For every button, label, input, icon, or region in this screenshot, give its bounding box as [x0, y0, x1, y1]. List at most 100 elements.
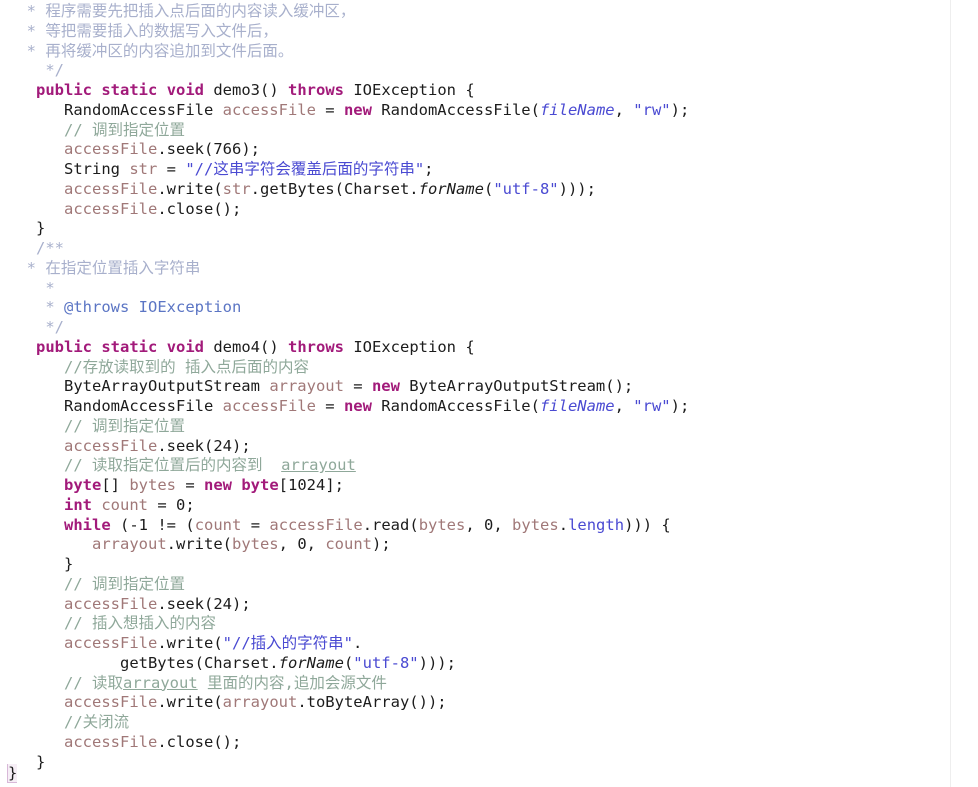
code-line[interactable]: arrayout.write(bytes, 0, count);: [0, 535, 978, 555]
punctuation: (: [110, 515, 130, 534]
line-comment-text: //存放读取到的 插入点后面的内容: [64, 357, 309, 376]
code-line[interactable]: RandomAccessFile accessFile = new Random…: [0, 397, 978, 417]
code-line-method-signature-demo4[interactable]: public static void demo4() throws IOExce…: [0, 338, 978, 358]
doc-comment-text: *: [8, 298, 64, 317]
operator: =: [241, 515, 270, 534]
code-line[interactable]: */: [0, 318, 978, 338]
keyword-while: while: [64, 515, 111, 534]
code-line[interactable]: RandomAccessFile accessFile = new Random…: [0, 101, 978, 121]
string-overwrite-text: "//这串字符会覆盖后面的字符串": [185, 160, 425, 178]
operator: =: [176, 476, 204, 494]
doc-comment-text: * 再将缓冲区的内容追加到文件后面。: [8, 41, 294, 60]
line-comment-text: // 插入想插入的内容: [64, 614, 216, 633]
local-str: str: [222, 179, 251, 198]
punctuation: );: [232, 436, 251, 455]
keyword-new: new: [343, 397, 372, 415]
operator: =: [148, 495, 177, 514]
type-ioexception: IOException {: [344, 81, 475, 99]
code-line[interactable]: * @throws IOException: [0, 298, 978, 318]
method-call-seek: .seek(: [157, 140, 214, 159]
code-editor[interactable]: * 程序需要先把插入点后面的内容读入缓冲区， * 等把需要插入的数据写入文件后，…: [0, 0, 978, 787]
local-accessfile: accessFile: [269, 515, 363, 534]
code-line[interactable]: int count = 0;: [0, 496, 978, 516]
code-line[interactable]: // 调到指定位置: [0, 417, 978, 437]
code-line[interactable]: }: [0, 753, 978, 773]
number-0: 0: [176, 495, 186, 514]
keyword-throws: throws: [288, 337, 345, 356]
code-line[interactable]: // 读取指定位置后的内容到 arrayout: [0, 456, 978, 476]
local-accessfile: accessFile: [64, 179, 158, 198]
code-line[interactable]: *: [0, 279, 978, 299]
local-accessfile: accessFile: [222, 100, 316, 119]
code-line[interactable]: accessFile.write(arrayout.toByteArray())…: [0, 693, 978, 713]
code-line[interactable]: //存放读取到的 插入点后面的内容: [0, 358, 978, 378]
local-bytes: bytes: [418, 515, 466, 534]
keyword-int: int: [64, 495, 92, 514]
code-line[interactable]: accessFile.close();: [0, 200, 978, 220]
code-line[interactable]: accessFile.seek(24);: [0, 595, 978, 615]
code-line[interactable]: accessFile.write(str.getBytes(Charset.fo…: [0, 180, 978, 200]
code-line-class-closing-brace[interactable]: }: [0, 764, 18, 784]
code-line[interactable]: * 再将缓冲区的内容追加到文件后面。: [0, 42, 978, 62]
code-line[interactable]: // 读取arrayout 里面的内容,追加会源文件: [0, 674, 978, 694]
code-line[interactable]: // 调到指定位置: [0, 575, 978, 595]
code-line[interactable]: //关闭流: [0, 713, 978, 733]
code-line[interactable]: // 插入想插入的内容: [0, 614, 978, 634]
local-accessfile: accessFile: [222, 397, 316, 415]
static-method-forname: forName: [278, 653, 344, 672]
code-line[interactable]: accessFile.seek(766);: [0, 140, 978, 160]
code-line[interactable]: accessFile.write("//插入的字符串".: [0, 634, 978, 654]
code-line[interactable]: String str = "//这串字符会覆盖后面的字符串";: [0, 160, 978, 180]
string-rw: "rw": [633, 397, 671, 415]
punctuation: );: [232, 594, 251, 613]
code-line[interactable]: */: [0, 61, 978, 81]
operator: =: [315, 100, 344, 119]
right-margin-guide: [950, 0, 951, 787]
code-line[interactable]: }: [0, 555, 978, 575]
static-field-filename: fileName: [539, 100, 615, 119]
code-line-method-signature-demo3[interactable]: public static void demo3() throws IOExce…: [0, 81, 978, 101]
method-call-read: .read(: [362, 515, 419, 534]
static-method-forname: forName: [418, 179, 484, 198]
code-line[interactable]: accessFile.seek(24);: [0, 437, 978, 457]
code-line[interactable]: // 调到指定位置: [0, 121, 978, 141]
code-line[interactable]: while (-1 != (count = accessFile.read(by…: [0, 516, 978, 536]
closing-brace: }: [8, 219, 46, 238]
code-line[interactable]: accessFile.close();: [0, 733, 978, 753]
local-count: count: [194, 515, 242, 534]
code-line[interactable]: /**: [0, 239, 978, 259]
local-accessfile: accessFile: [64, 199, 158, 218]
code-line[interactable]: }: [0, 219, 978, 239]
code-line[interactable]: ByteArrayOutputStream arrayout = new Byt…: [0, 377, 978, 397]
type-randomaccessfile: RandomAccessFile: [64, 100, 223, 119]
string-utf8: "utf-8": [493, 179, 559, 198]
punctuation: ,: [465, 515, 485, 534]
method-call-write: .write(: [157, 693, 223, 712]
keyword-new: new: [371, 377, 400, 396]
keyword-new: new: [204, 476, 232, 494]
code-line[interactable]: * 程序需要先把插入点后面的内容读入缓冲区，: [0, 2, 978, 22]
line-comment-text: //关闭流: [64, 713, 130, 731]
highlighted-identifier-arrayout: arrayout: [123, 673, 198, 692]
local-bytes: bytes: [129, 476, 176, 494]
code-line[interactable]: * 在指定位置插入字符串: [0, 259, 978, 279]
string-insert-text: "//插入的字符串": [222, 634, 353, 652]
keyword-public: public: [36, 337, 92, 356]
code-line[interactable]: byte[] bytes = new byte[1024];: [0, 476, 978, 496]
code-line[interactable]: getBytes(Charset.forName("utf-8")));: [0, 654, 978, 674]
code-line[interactable]: * 等把需要插入的数据写入文件后，: [0, 22, 978, 42]
line-comment-text: // 调到指定位置: [64, 120, 185, 139]
punctuation: []: [101, 476, 130, 494]
brace-match-highlight: }: [6, 764, 18, 783]
local-accessfile: accessFile: [64, 140, 158, 159]
